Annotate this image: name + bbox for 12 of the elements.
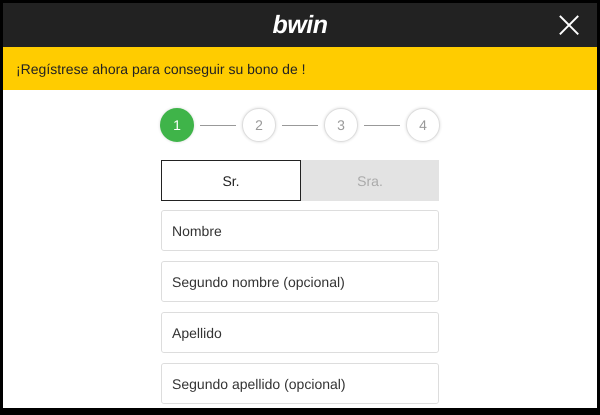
- input-field[interactable]: Segundo nombre (opcional): [161, 261, 439, 302]
- step-indicator: 1: [160, 108, 194, 142]
- input-field[interactable]: Nombre: [161, 210, 439, 251]
- promo-banner-text: ¡Regístrese ahora para conseguir su bono de !: [16, 60, 306, 76]
- close-button[interactable]: ×: [549, 8, 589, 40]
- input-field[interactable]: Apellido: [161, 312, 439, 353]
- step-indicator: 3: [324, 108, 358, 142]
- brand-logo: bwin: [272, 10, 328, 40]
- step-indicator: 2: [242, 108, 276, 142]
- salutation-option[interactable]: Sr.: [161, 160, 301, 201]
- input-field[interactable]: Segundo apellido (opcional): [161, 363, 439, 404]
- step-indicator: 4: [406, 108, 440, 142]
